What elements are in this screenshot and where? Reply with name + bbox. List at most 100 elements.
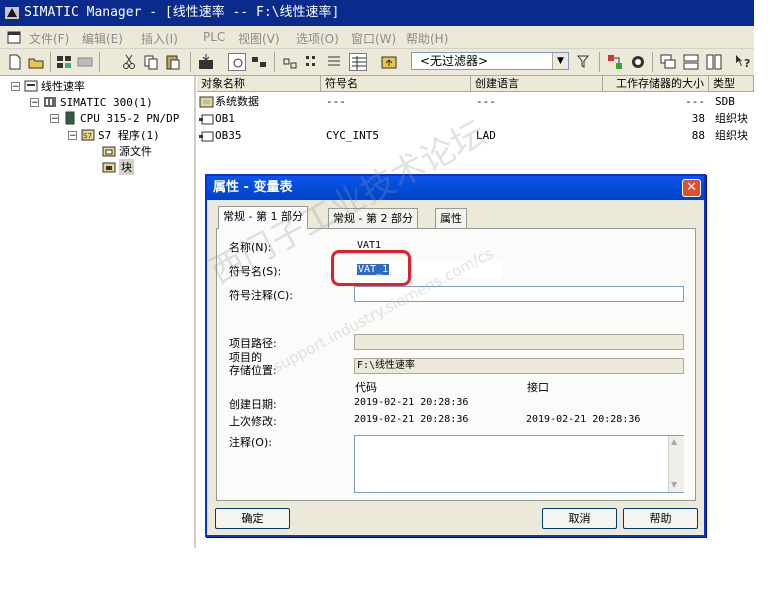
comment-scrollbar[interactable]: ▲ ▼ xyxy=(668,436,684,492)
up-one-level-icon[interactable] xyxy=(380,53,398,71)
row-type: 组织块 xyxy=(715,129,748,142)
row-size: --- xyxy=(685,95,705,108)
tree-node-sources[interactable]: 源文件 xyxy=(102,143,152,159)
station-icon xyxy=(44,97,56,107)
close-icon[interactable]: ✕ xyxy=(682,179,701,197)
offline-icon[interactable] xyxy=(250,53,268,71)
s7-program-icon: S7 xyxy=(81,129,95,141)
configure-network-icon[interactable] xyxy=(606,53,624,71)
document-menu-icon[interactable] xyxy=(6,29,22,45)
scroll-up-icon[interactable]: ▲ xyxy=(671,437,677,446)
comment-label: 注释(O): xyxy=(229,436,272,449)
menu-file[interactable]: 文件(F) xyxy=(29,30,69,47)
comment-textarea[interactable] xyxy=(354,435,684,493)
symbol-label: 符号名(S): xyxy=(229,265,282,278)
column-header-symbol[interactable]: 符号名 xyxy=(321,76,471,92)
tab-attributes[interactable]: 属性 xyxy=(435,208,467,228)
menu-edit[interactable]: 编辑(E) xyxy=(82,30,123,47)
large-icons-icon[interactable] xyxy=(281,53,299,71)
svg-text:?: ? xyxy=(744,57,750,70)
column-header-language[interactable]: 创建语言 xyxy=(471,76,603,92)
properties-dialog: 属性 - 变量表 ✕ 常规 - 第 1 部分 常规 - 第 2 部分 属性 名称… xyxy=(205,174,706,537)
dialog-title: 属性 - 变量表 xyxy=(213,180,293,195)
collapse-icon[interactable]: − xyxy=(50,113,59,123)
open-icon[interactable] xyxy=(27,53,45,71)
tree-node-station[interactable]: − SIMATIC 300(1) xyxy=(30,95,153,109)
context-help-icon[interactable]: ? xyxy=(734,53,752,71)
tile-horizontal-icon[interactable] xyxy=(682,53,700,71)
system-data-icon xyxy=(199,96,214,108)
online-icon[interactable] xyxy=(228,53,246,71)
row-size: 88 xyxy=(691,129,705,142)
tree-node-project[interactable]: − 线性速率 xyxy=(11,78,85,94)
simulation-icon[interactable] xyxy=(629,53,647,71)
cancel-button[interactable]: 取消 xyxy=(542,508,617,529)
scroll-down-icon[interactable]: ▼ xyxy=(671,480,677,489)
column-header-type[interactable]: 类型 xyxy=(709,76,754,92)
created-code-value: 2019-02-21 20:28:36 xyxy=(354,397,469,408)
chevron-down-icon[interactable]: ▼ xyxy=(552,53,568,69)
storage-label-line2: 存储位置: xyxy=(229,364,277,377)
menu-plc[interactable]: PLC xyxy=(203,30,225,44)
tile-vertical-icon[interactable] xyxy=(705,53,723,71)
modified-label: 上次修改: xyxy=(229,415,277,428)
download-icon[interactable] xyxy=(197,53,215,71)
filter-value: <无过滤器> xyxy=(420,54,489,68)
menu-view[interactable]: 视图(V) xyxy=(238,30,280,47)
tree-label-sources: 源文件 xyxy=(119,145,152,158)
collapse-icon[interactable]: − xyxy=(30,97,39,107)
tree-node-cpu[interactable]: − CPU 315-2 PN/DP xyxy=(50,111,179,125)
row-language: LAD xyxy=(476,129,496,142)
annotation-highlight xyxy=(331,250,411,286)
menu-window[interactable]: 窗口(W) xyxy=(351,30,396,47)
menu-help[interactable]: 帮助(H) xyxy=(406,30,448,47)
cpu-icon xyxy=(65,111,75,125)
filter-icon[interactable] xyxy=(575,53,593,71)
modified-code-value: 2019-02-21 20:28:36 xyxy=(354,414,469,425)
tree-node-blocks[interactable]: 块 xyxy=(102,159,134,175)
paste-icon[interactable] xyxy=(164,53,182,71)
dialog-title-bar[interactable]: 属性 - 变量表 ✕ xyxy=(207,176,704,200)
tree-label-cpu: CPU 315-2 PN/DP xyxy=(80,111,180,125)
ok-button[interactable]: 确定 xyxy=(215,508,290,529)
menu-insert[interactable]: 插入(I) xyxy=(141,30,178,47)
row-name: OB1 xyxy=(215,112,235,125)
svg-text:S7: S7 xyxy=(83,132,92,140)
menu-options[interactable]: 选项(O) xyxy=(296,30,339,47)
project-tree: − 线性速率 − SIMATIC 300(1) − CPU 315-2 PN/D… xyxy=(4,76,196,548)
column-header-name[interactable]: 对象名称 xyxy=(197,76,321,92)
code-column-header: 代码 xyxy=(355,381,377,394)
blocks-folder-icon xyxy=(102,162,116,173)
tree-node-program[interactable]: − S7 S7 程序(1) xyxy=(68,127,160,143)
list-view-icon[interactable] xyxy=(325,53,343,71)
sources-folder-icon xyxy=(102,146,116,157)
row-size: 38 xyxy=(691,112,705,125)
title-bar: SIMATIC Manager - [线性速率 -- F:\线性速率] xyxy=(0,0,754,26)
modified-interface-value: 2019-02-21 20:28:36 xyxy=(526,414,641,425)
row-name: OB35 xyxy=(215,129,242,142)
collapse-icon[interactable]: − xyxy=(11,81,20,91)
help-button[interactable]: 帮助 xyxy=(623,508,698,529)
accessible-nodes-icon[interactable] xyxy=(55,53,73,71)
small-icons-icon[interactable] xyxy=(303,53,321,71)
tree-label-program: S7 程序(1) xyxy=(98,129,160,142)
column-header-size[interactable]: 工作存储器的大小 xyxy=(603,76,709,92)
row-symbol: CYC_INT5 xyxy=(326,129,379,142)
simatic-app-icon xyxy=(5,7,19,19)
cascade-icon[interactable] xyxy=(659,53,677,71)
menu-bar: 文件(F) 编辑(E) 插入(I) PLC 视图(V) 选项(O) 窗口(W) … xyxy=(0,26,754,49)
filter-select[interactable]: <无过滤器> ▼ xyxy=(411,52,569,70)
interface-column-header: 接口 xyxy=(527,381,549,394)
tab-general-part-2[interactable]: 常规 - 第 2 部分 xyxy=(328,208,418,228)
tree-label-blocks: 块 xyxy=(119,159,134,175)
collapse-icon[interactable]: − xyxy=(68,130,77,140)
created-label: 创建日期: xyxy=(229,398,277,411)
details-view-icon[interactable] xyxy=(349,53,367,71)
symbol-comment-field[interactable] xyxy=(354,286,684,302)
memory-card-icon[interactable] xyxy=(76,53,94,71)
block-icon xyxy=(199,114,214,125)
copy-icon[interactable] xyxy=(142,53,160,71)
new-icon[interactable] xyxy=(6,53,24,71)
tab-general-part-1[interactable]: 常规 - 第 1 部分 xyxy=(218,206,308,229)
cut-icon[interactable] xyxy=(120,53,138,71)
